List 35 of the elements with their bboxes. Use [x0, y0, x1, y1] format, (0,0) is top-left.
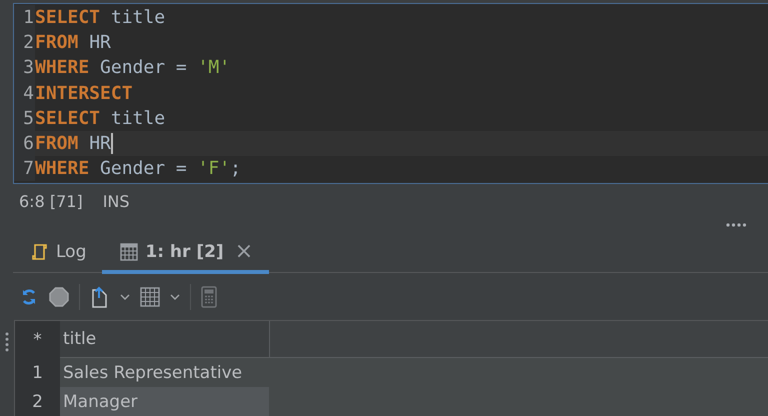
drag-handle-icon[interactable]	[5, 332, 9, 352]
close-icon[interactable]: ×	[234, 239, 254, 264]
code-line: WHERE Gender = 'M'	[35, 57, 230, 78]
stop-icon[interactable]	[49, 287, 69, 308]
tab[interactable]: 1: hr [2] ×	[102, 234, 270, 274]
insert-mode: INS	[102, 192, 130, 214]
code-line: INTERSECT	[35, 82, 133, 104]
cursor-position: 6:8 [71]	[19, 192, 83, 214]
line-number: 5	[14, 106, 35, 131]
dropdown-icon[interactable]	[120, 293, 130, 302]
table-cell[interactable]: Sales Representative	[60, 358, 269, 388]
code-editor[interactable]: 1SELECT title 2 FROM HR 3WHERE Gender = 'M' 4INTERSECT 5SELECT title 6FROM HR 7WHERE Gender = 'F';	[13, 3, 768, 184]
more-icon[interactable]	[726, 223, 746, 228]
tab[interactable]: Log	[13, 234, 102, 274]
grid-icon	[120, 242, 138, 261]
text-cursor	[110, 133, 113, 154]
line-number: 1	[14, 5, 35, 30]
line-number: 3	[14, 55, 35, 81]
code-line: SELECT title	[35, 7, 166, 28]
column-header[interactable]: *	[15, 321, 60, 358]
code-line: FROM HR	[35, 133, 111, 154]
scroll-icon	[31, 242, 49, 261]
code-line: SELECT title	[35, 108, 166, 129]
line-number: 2	[14, 30, 35, 56]
grid-icon[interactable]	[140, 287, 160, 308]
row-number: 2	[15, 387, 60, 416]
row-number: 1	[15, 358, 60, 388]
line-number: 7	[14, 156, 35, 182]
calculator-icon[interactable]	[201, 286, 217, 308]
code-line: FROM HR	[35, 32, 111, 54]
code-line: WHERE Gender = 'F';	[35, 158, 241, 180]
dropdown-icon[interactable]	[170, 293, 180, 302]
export-icon[interactable]	[90, 286, 110, 308]
table-cell[interactable]: Manager	[60, 387, 269, 416]
line-number: 4	[14, 80, 35, 106]
